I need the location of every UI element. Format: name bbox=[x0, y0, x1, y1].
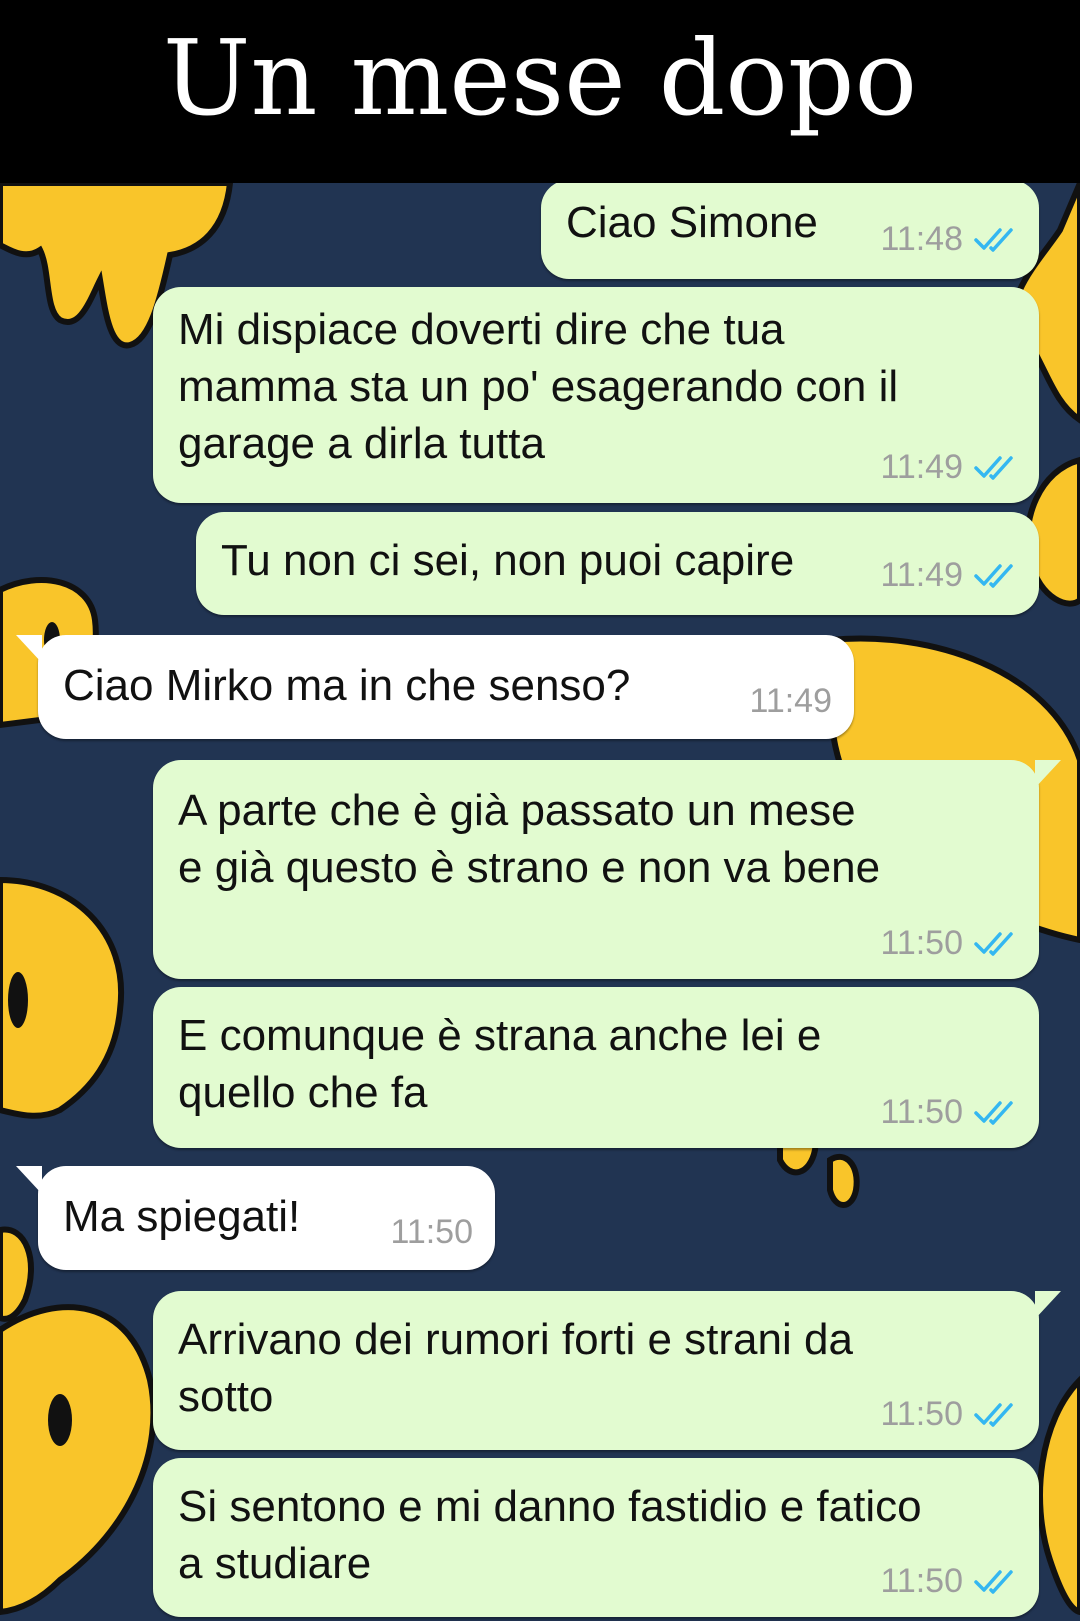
bubble-tail bbox=[1035, 760, 1061, 788]
double-check-icon bbox=[974, 1403, 1013, 1427]
double-check-icon bbox=[974, 564, 1013, 588]
double-check-icon bbox=[974, 1101, 1013, 1125]
message-text: Ma spiegati! bbox=[63, 1192, 301, 1241]
message-bubble-outgoing[interactable]: Arrivano dei rumori forti e strani da so… bbox=[153, 1291, 1061, 1450]
message-text: A parte che è già passato un mese e già … bbox=[178, 786, 881, 892]
message-bubble-outgoing[interactable]: Tu non ci sei, non puoi capire 11:49 bbox=[196, 512, 1039, 615]
message-bubble-outgoing[interactable]: Ciao Simone 11:48 bbox=[541, 180, 1039, 279]
message-meta: 11:50 bbox=[880, 923, 1017, 963]
message-time: 11:49 bbox=[749, 682, 832, 720]
message-bubble-outgoing[interactable]: Mi dispiace doverti dire che tua mamma s… bbox=[153, 287, 1039, 503]
message-time: 11:50 bbox=[880, 1395, 963, 1433]
message-time: 11:49 bbox=[880, 556, 963, 594]
message-time: 11:50 bbox=[880, 1093, 963, 1131]
message-time: 11:48 bbox=[880, 220, 963, 258]
message-meta: 11:48 bbox=[880, 219, 1017, 259]
double-check-icon bbox=[974, 932, 1013, 956]
header-banner: Un mese dopo bbox=[0, 0, 1080, 183]
message-meta: 11:50 bbox=[880, 1092, 1017, 1132]
bubble-tail bbox=[1035, 1291, 1061, 1319]
message-meta: 11:50 bbox=[880, 1394, 1017, 1434]
message-bubble-outgoing[interactable]: Si sentono e mi danno fastidio e fatico … bbox=[153, 1458, 1039, 1617]
message-meta: 11:49 bbox=[880, 555, 1017, 595]
message-meta: 11:50 bbox=[390, 1212, 473, 1252]
double-check-icon bbox=[974, 1570, 1013, 1594]
double-check-icon bbox=[974, 456, 1013, 480]
message-meta: 11:50 bbox=[880, 1561, 1017, 1601]
message-text: E comunque è strana anche lei e quello c… bbox=[178, 1011, 822, 1117]
message-text: Arrivano dei rumori forti e strani da so… bbox=[178, 1315, 853, 1421]
message-time: 11:50 bbox=[390, 1213, 473, 1251]
message-meta: 11:49 bbox=[749, 681, 832, 721]
message-text: Ciao Simone bbox=[566, 198, 818, 247]
message-time: 11:50 bbox=[880, 1562, 963, 1600]
message-time: 11:49 bbox=[880, 448, 963, 486]
message-meta: 11:49 bbox=[880, 447, 1017, 487]
message-bubble-outgoing[interactable]: A parte che è già passato un mese e già … bbox=[153, 760, 1061, 979]
message-text: Si sentono e mi danno fastidio e fatico … bbox=[178, 1482, 922, 1588]
message-text: Mi dispiace doverti dire che tua mamma s… bbox=[178, 305, 899, 468]
message-bubble-incoming[interactable]: Ma spiegati! 11:50 bbox=[16, 1166, 495, 1270]
double-check-icon bbox=[974, 228, 1013, 252]
message-text: Ciao Mirko ma in che senso? bbox=[63, 661, 631, 710]
bubble-tail bbox=[16, 1166, 42, 1194]
message-text: Tu non ci sei, non puoi capire bbox=[221, 536, 795, 585]
message-bubble-incoming[interactable]: Ciao Mirko ma in che senso? 11:49 bbox=[16, 635, 854, 739]
bubble-tail bbox=[16, 635, 42, 663]
header-title: Un mese dopo bbox=[162, 17, 918, 139]
message-time: 11:50 bbox=[880, 924, 963, 962]
message-bubble-outgoing[interactable]: E comunque è strana anche lei e quello c… bbox=[153, 987, 1039, 1148]
